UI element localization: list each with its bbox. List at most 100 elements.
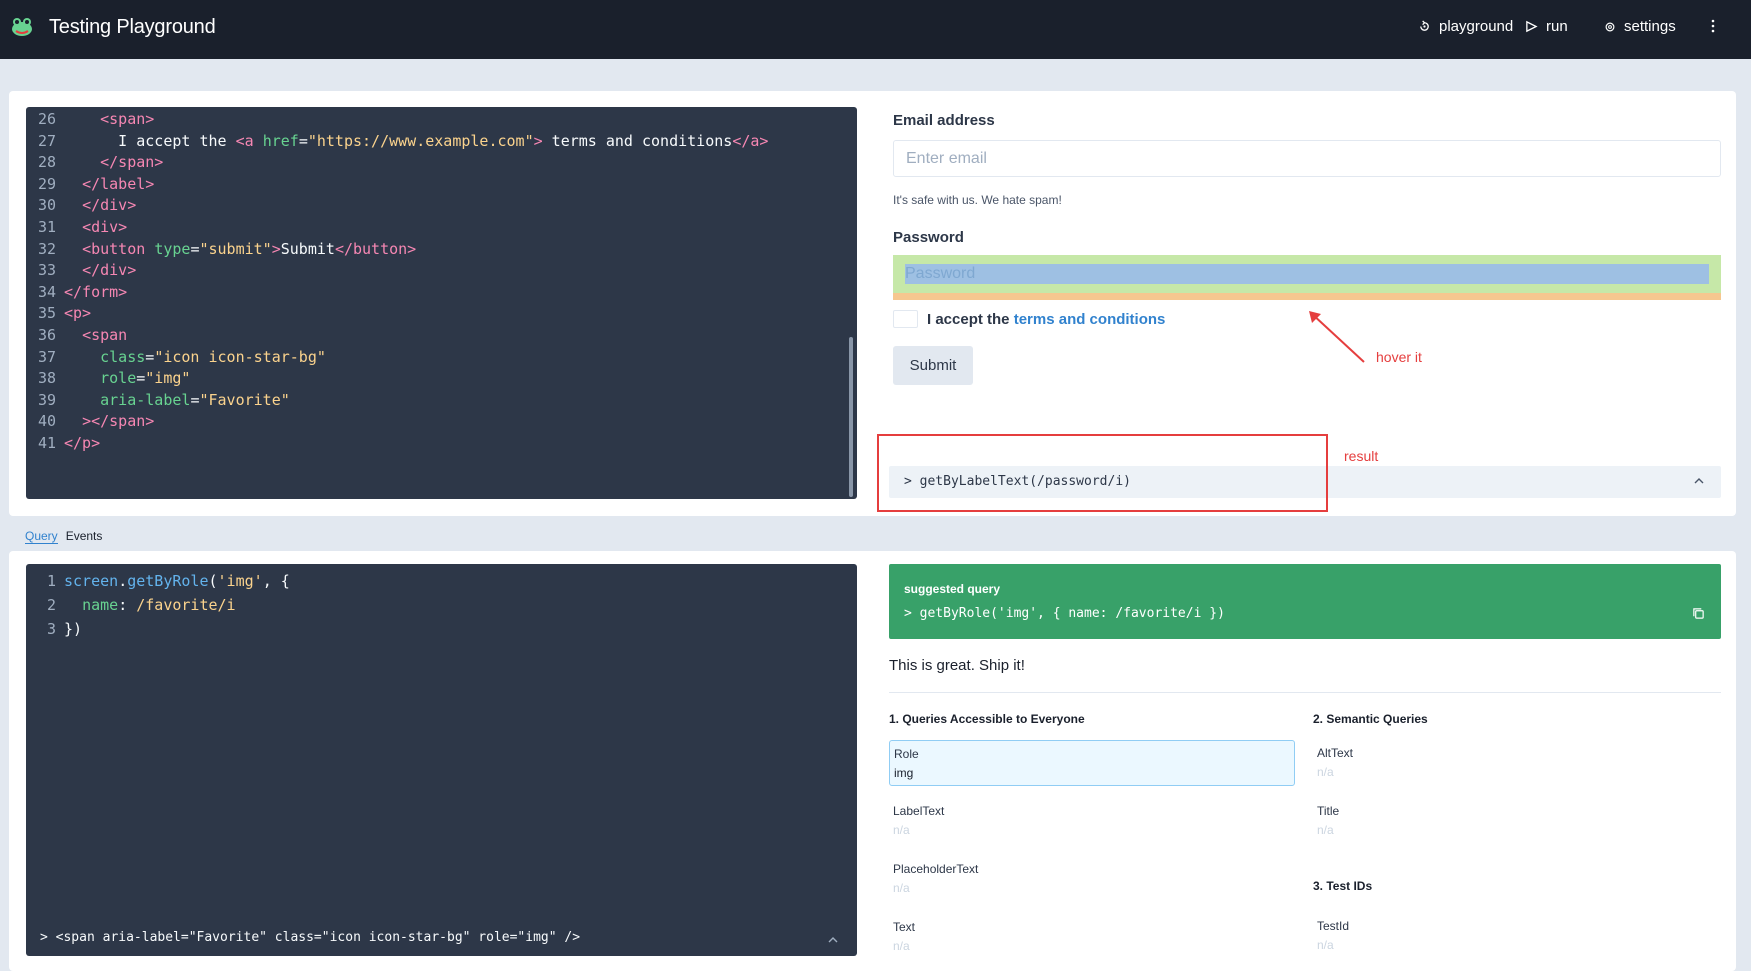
editor-scrollbar[interactable] (849, 337, 853, 497)
section-semantic-title: 2. Semantic Queries (1313, 712, 1428, 726)
query-editor[interactable]: > <span aria-label="Favorite" class="ico… (26, 564, 857, 956)
suggested-query-title: suggested query (904, 582, 1001, 596)
markup-editor[interactable]: 26 <span> 27 I accept the <a href="https:… (26, 107, 857, 499)
query-item-value: n/a (893, 939, 910, 953)
line-number: 1 (46, 572, 56, 590)
query-item-value: n/a (893, 881, 910, 895)
code-token: </button> (334, 239, 417, 258)
line-number: 3 (46, 620, 56, 638)
app-title: Testing Playground (49, 16, 216, 38)
top-bar: Testing Playground playground run settin… (0, 0, 1751, 59)
query-item-name: AltText (1317, 746, 1354, 760)
code-token: </span> (100, 153, 164, 172)
code-token: </form> (64, 282, 128, 301)
chevron-up-icon[interactable] (1693, 475, 1705, 487)
line-number: 41 (37, 434, 56, 452)
code-token: screen (64, 572, 119, 590)
query-item-value: n/a (1317, 765, 1334, 779)
code-token: 'img' (217, 572, 263, 590)
suggested-query-box: suggested query > getByRole('img', { nam… (889, 564, 1721, 639)
terms-checkbox[interactable] (893, 310, 918, 328)
submit-button[interactable]: Submit (893, 346, 973, 385)
query-item-text[interactable]: Text n/a (889, 914, 1295, 960)
query-item-alttext[interactable]: AltText n/a (1313, 740, 1719, 786)
line-number: 34 (37, 282, 56, 301)
code-token: "submit" (199, 239, 272, 258)
suggested-query-code: > getByRole('img', { name: /favorite/i }… (904, 606, 1225, 621)
tab-query[interactable]: Query (25, 529, 58, 544)
code-line: 28 </span> (26, 150, 163, 174)
query-item-name: PlaceholderText (893, 862, 979, 876)
line-number: 28 (37, 153, 56, 172)
code-line: 3}) (26, 617, 82, 641)
nav-run-label: run (1546, 18, 1568, 35)
tab-events[interactable]: Events (66, 529, 103, 544)
line-number: 39 (37, 390, 56, 409)
query-item-labeltext[interactable]: LabelText n/a (889, 798, 1295, 844)
nav-settings[interactable]: settings (1604, 18, 1676, 35)
code-token: I accept the (64, 131, 236, 150)
code-token: name (82, 596, 119, 614)
code-line: 38 role="img" (26, 366, 191, 390)
code-token: "icon icon-star-bg" (154, 347, 326, 366)
query-output: > <span aria-label="Favorite" class="ico… (40, 930, 581, 945)
email-label: Email address (893, 112, 995, 129)
code-line: 31 <div> (26, 215, 127, 239)
line-number: 30 (37, 196, 56, 215)
query-item-role[interactable]: Role img (889, 740, 1295, 786)
code-token: </div> (82, 196, 137, 215)
divider (889, 692, 1721, 693)
annotation-highlight-box (877, 434, 1328, 512)
line-number: 2 (46, 596, 56, 614)
code-line: 2 name: /favorite/i (26, 593, 236, 617)
copy-icon[interactable] (1692, 607, 1705, 620)
nav-run[interactable]: run (1525, 18, 1568, 35)
query-item-value: n/a (1317, 823, 1334, 837)
password-highlight (893, 255, 1721, 300)
terms-label-text: I accept the (927, 310, 1014, 328)
email-input[interactable] (893, 140, 1721, 177)
line-number: 33 (37, 261, 56, 280)
line-number: 27 (37, 131, 56, 150)
line-number: 37 (37, 347, 56, 366)
code-line: 35 <p> (26, 301, 91, 325)
code-token: , { (262, 572, 290, 590)
query-item-testid[interactable]: TestId n/a (1313, 913, 1719, 959)
terms-row: I accept the terms and conditions (893, 310, 1165, 328)
code-token: type (154, 239, 191, 258)
code-token: Submit (280, 239, 335, 258)
gear-icon (1605, 22, 1615, 31)
query-item-name: LabelText (893, 804, 945, 818)
code-token: "Favorite" (199, 390, 290, 409)
password-label: Password (893, 229, 964, 246)
query-item-placeholdertext[interactable]: PlaceholderText n/a (889, 856, 1295, 902)
line-number: 36 (37, 326, 56, 344)
code-token: "https://www.example.com" (307, 131, 534, 150)
code-token: }) (64, 620, 83, 638)
chevron-up-icon[interactable] (827, 934, 839, 946)
query-item-name: TestId (1317, 919, 1350, 933)
terms-link[interactable]: terms and conditions (1014, 311, 1166, 328)
code-line: 26 <span> (26, 107, 154, 131)
code-token: </div> (82, 261, 137, 280)
password-input[interactable] (905, 264, 1709, 284)
code-token: </a> (732, 131, 769, 150)
line-number: 40 (37, 412, 56, 431)
nav-playground-label: playground (1439, 18, 1514, 35)
more-menu-button[interactable] (1711, 18, 1723, 34)
code-token: <span (82, 326, 128, 344)
query-item-value: img (894, 766, 914, 780)
nav-playground[interactable]: playground (1418, 18, 1513, 35)
query-item-title[interactable]: Title n/a (1313, 798, 1719, 844)
code-token: class (100, 347, 146, 366)
code-line: 34 </form> (26, 280, 127, 304)
annotation-arrow-icon (1309, 311, 1365, 363)
